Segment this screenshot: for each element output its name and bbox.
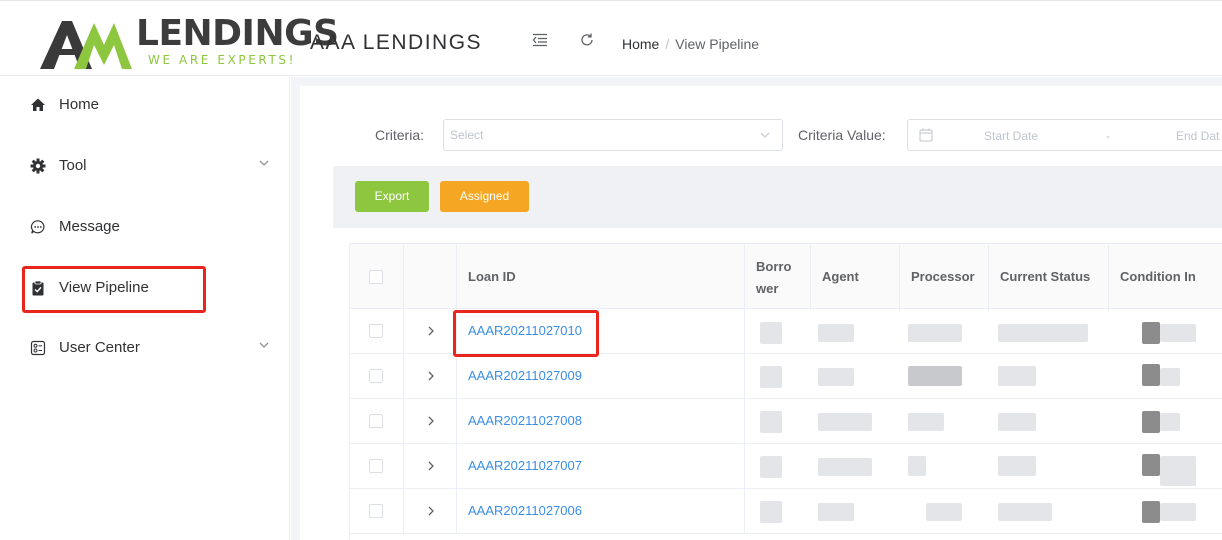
sidebar-item-label: Home (59, 96, 100, 113)
row-checkbox[interactable] (369, 504, 383, 518)
column-header-processor[interactable]: Processor (900, 244, 989, 310)
assigned-button[interactable]: Assigned (440, 181, 529, 212)
logo-mark-icon (40, 21, 132, 69)
row-checkbox[interactable] (369, 459, 383, 473)
calendar-icon (919, 128, 933, 142)
criteria-select[interactable]: Select (443, 119, 783, 151)
top-header: LENDINGS WE ARE EXPERTS! AAA LENDINGS Ho… (0, 0, 1222, 76)
breadcrumb: Home / View Pipeline (622, 36, 759, 52)
sidebar-item-message[interactable]: Message (0, 208, 290, 248)
loan-id-link[interactable]: AAAR20211027007 (468, 458, 582, 473)
borrower-header-label: Borro wer (756, 259, 792, 296)
date-range-separator: - (1106, 129, 1110, 143)
loan-id-link[interactable]: AAAR20211027006 (468, 503, 582, 518)
start-date-placeholder: Start Date (984, 129, 1039, 143)
select-all-checkbox[interactable] (369, 270, 383, 284)
criteria-placeholder: Select (450, 128, 484, 142)
chevron-right-icon[interactable] (426, 414, 436, 428)
highlight-loan-id (453, 310, 599, 357)
chevron-right-icon[interactable] (426, 459, 436, 473)
loan-id-link[interactable]: AAAR20211027008 (468, 413, 582, 428)
table-row[interactable]: AAAR20211027006 (350, 489, 1222, 534)
user-center-icon (30, 340, 46, 356)
menu-fold-icon[interactable] (531, 32, 549, 50)
date-range-picker[interactable]: Start Date - End Dat (907, 119, 1222, 151)
sidebar-item-home[interactable]: Home (0, 86, 290, 126)
breadcrumb-home[interactable]: Home (622, 36, 659, 52)
column-header-condition-in[interactable]: Condition In (1109, 244, 1222, 310)
breadcrumb-separator: / (665, 36, 670, 52)
loan-id-link[interactable]: AAAR20211027009 (468, 368, 582, 383)
column-header-borrower[interactable]: Borro wer (745, 244, 811, 310)
pipeline-table: Loan ID Borro wer Agent Processor Current… (349, 243, 1222, 540)
message-icon (30, 220, 45, 234)
row-checkbox[interactable] (369, 369, 383, 383)
refresh-icon[interactable] (578, 32, 596, 50)
table-header: Loan ID Borro wer Agent Processor Current… (350, 243, 1222, 310)
chevron-down-icon (259, 342, 269, 348)
breadcrumb-current: View Pipeline (675, 36, 760, 52)
header-expand-cell (404, 244, 457, 310)
logo: LENDINGS WE ARE EXPERTS! (38, 13, 339, 71)
column-header-current-status[interactable]: Current Status (989, 244, 1109, 310)
gear-icon (30, 158, 46, 174)
row-checkbox[interactable] (369, 414, 383, 428)
sidebar-item-label: Message (59, 218, 120, 235)
logo-tagline: WE ARE EXPERTS! (148, 53, 297, 67)
sidebar-item-label: Tool (59, 157, 87, 174)
app-title: AAA LENDINGS (310, 31, 483, 54)
sidebar-item-tool[interactable]: Tool (0, 147, 290, 187)
chevron-right-icon[interactable] (426, 369, 436, 383)
end-date-placeholder: End Dat (1176, 129, 1220, 143)
sidebar-item-user-center[interactable]: User Center (0, 329, 290, 369)
sidebar-item-label: User Center (59, 339, 140, 356)
column-header-agent[interactable]: Agent (811, 244, 900, 310)
criteria-value-label: Criteria Value: (798, 127, 886, 143)
criteria-label: Criteria: (375, 127, 425, 143)
table-row[interactable]: AAAR20211027009 (350, 354, 1222, 399)
chevron-right-icon[interactable] (426, 324, 436, 338)
home-icon (31, 98, 45, 111)
chevron-down-icon (760, 132, 770, 138)
column-header-loan-id[interactable]: Loan ID (457, 244, 745, 310)
chevron-down-icon (259, 160, 269, 166)
logo-text: LENDINGS (136, 13, 339, 54)
export-button[interactable]: Export (355, 181, 429, 212)
chevron-right-icon[interactable] (426, 504, 436, 518)
table-row[interactable]: AAAR20211027008 (350, 399, 1222, 444)
highlight-view-pipeline (22, 266, 206, 313)
header-select-cell (350, 244, 404, 310)
row-checkbox[interactable] (369, 324, 383, 338)
table-row[interactable]: AAAR20211027007 (350, 444, 1222, 489)
